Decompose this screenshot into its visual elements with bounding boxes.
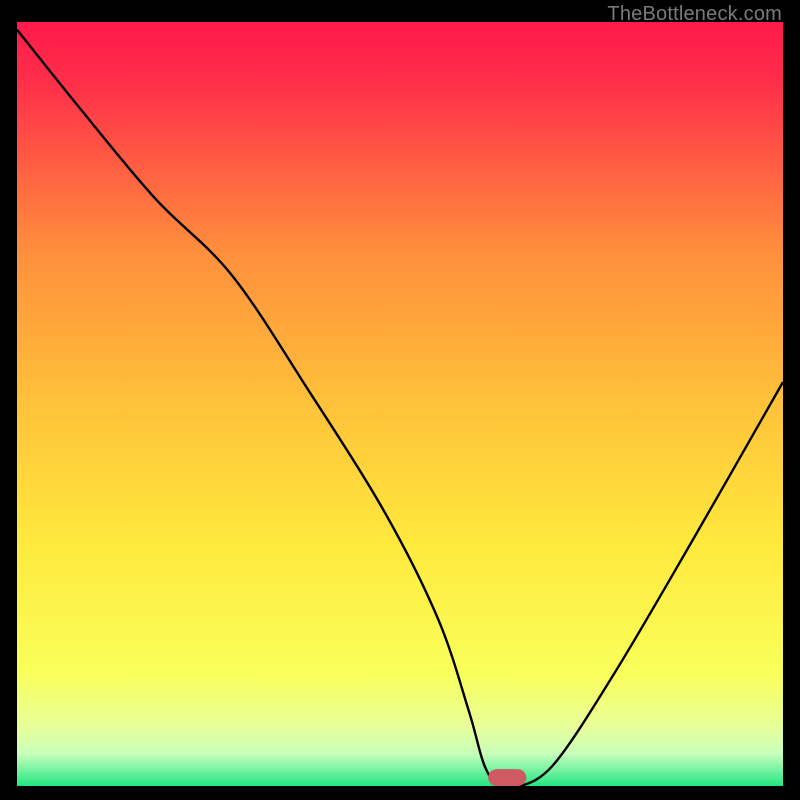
bottleneck-chart bbox=[17, 22, 783, 788]
chart-frame bbox=[17, 22, 783, 788]
optimal-marker bbox=[488, 769, 526, 786]
gradient-background bbox=[17, 22, 783, 788]
